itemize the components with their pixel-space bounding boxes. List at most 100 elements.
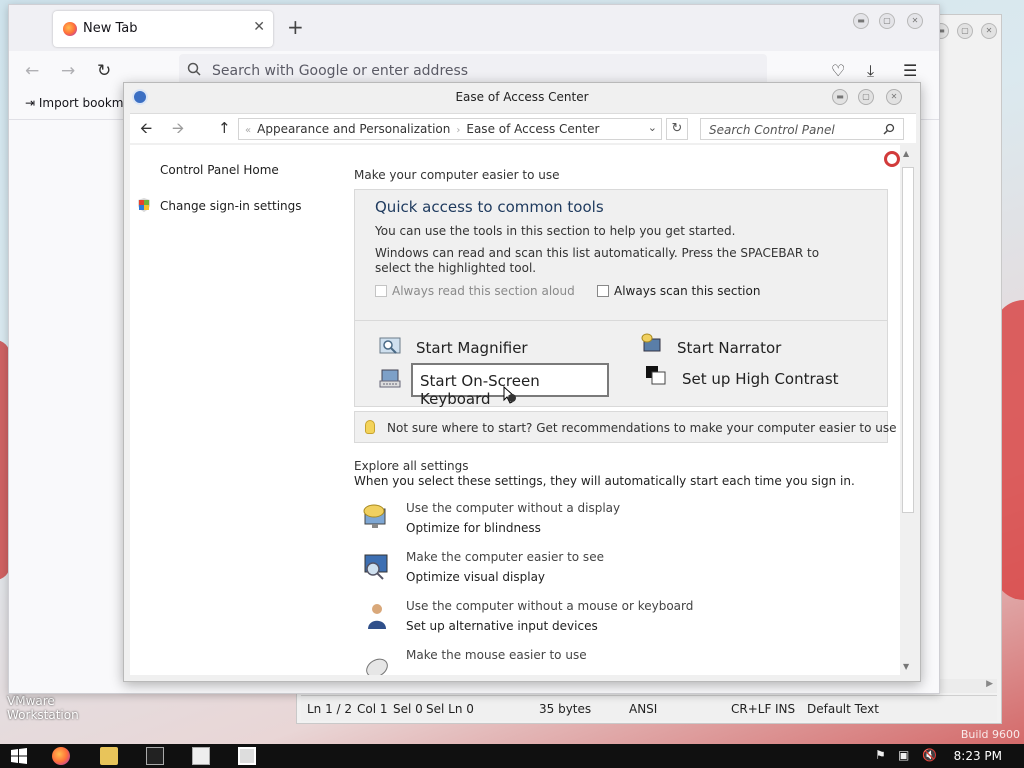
search-control-panel-input[interactable]: Search Control Panel — [700, 118, 904, 140]
pocket-icon[interactable]: ♡ — [831, 61, 845, 80]
control-panel-taskbar-icon[interactable] — [238, 747, 256, 765]
setting-title[interactable]: Make the mouse easier to use — [406, 648, 587, 662]
status-bytes: 35 bytes — [539, 701, 592, 716]
set-up-high-contrast-link[interactable]: Set up High Contrast — [682, 370, 839, 388]
setting-subtitle[interactable]: Set up alternative input devices — [406, 619, 598, 633]
scan-checkbox[interactable]: Always scan this section — [597, 284, 760, 298]
search-icon[interactable] — [883, 123, 895, 135]
maximize-icon[interactable]: ▢ — [957, 23, 973, 39]
scan-label: Always scan this section — [614, 284, 761, 298]
back-arrow-icon[interactable]: ← — [25, 61, 39, 81]
title-bar[interactable]: Ease of Access Center ▬ ▢ ✕ — [124, 83, 920, 111]
breadcrumb[interactable]: « Appearance and Personalization › Ease of … — [238, 118, 662, 140]
ease-of-access-window[interactable]: Ease of Access Center ▬ ▢ ✕ 🡨 🡪 ↑ « Appea… — [123, 82, 921, 682]
setting-title[interactable]: Make the computer easier to see — [406, 550, 604, 564]
tab-new-tab[interactable]: New Tab ✕ — [53, 11, 273, 47]
main-pane: Make your computer easier to use Quick a… — [332, 145, 900, 675]
quick-access-title: Quick access to common tools — [375, 198, 604, 216]
control-panel-home-link[interactable]: Control Panel Home — [160, 163, 279, 177]
minimize-icon[interactable]: ▬ — [853, 13, 869, 29]
read-aloud-label: Always read this section aloud — [392, 284, 575, 298]
minimize-icon[interactable]: ▬ — [832, 89, 848, 105]
read-aloud-checkbox[interactable]: Always read this section aloud — [375, 284, 575, 298]
search-icon — [187, 62, 201, 76]
busy-cursor-icon — [503, 386, 516, 404]
start-narrator-link[interactable]: Start Narrator — [677, 339, 781, 357]
quick-access-instructions: Windows can read and scan this list auto… — [375, 246, 820, 275]
breadcrumb-item[interactable]: Appearance and Personalization — [257, 122, 450, 136]
new-tab-button[interactable]: + — [287, 17, 304, 37]
close-icon[interactable]: ✕ — [907, 13, 923, 29]
scroll-down-icon[interactable]: ▼ — [903, 662, 909, 671]
high-contrast-icon — [646, 366, 666, 385]
start-windows-icon[interactable] — [10, 747, 28, 765]
chevron-down-icon[interactable]: ⌄ — [648, 121, 657, 134]
volume-muted-icon[interactable]: 🔇 — [922, 748, 937, 762]
status-col: Col 1 — [357, 701, 388, 716]
checkbox-box — [375, 285, 387, 297]
menu-icon[interactable]: ☰ — [903, 61, 917, 80]
status-encoding: ANSI — [629, 701, 658, 716]
firefox-taskbar-icon[interactable] — [52, 747, 70, 765]
recommendation-bar[interactable]: Not sure where to start? Get recommendat… — [354, 411, 896, 443]
build-label: Build 9600 — [960, 728, 1020, 741]
change-sign-in-settings-link[interactable]: Change sign-in settings — [160, 199, 302, 213]
notepad-icon[interactable] — [192, 747, 210, 765]
monitor-magnifier-icon — [364, 554, 388, 580]
setting-subtitle[interactable]: Optimize visual display — [406, 570, 545, 584]
checkbox-box — [597, 285, 609, 297]
window-title: Ease of Access Center — [455, 90, 589, 104]
maximize-icon[interactable]: ▢ — [879, 13, 895, 29]
file-explorer-icon[interactable] — [100, 747, 118, 765]
setting-title[interactable]: Use the computer without a mouse or keyb… — [406, 599, 693, 613]
status-bar: Ln 1 / 2 Col 1 Sel 0 Sel Ln 0 35 bytes A… — [301, 695, 997, 721]
back-arrow-icon[interactable]: 🡨 — [140, 120, 152, 136]
breadcrumb-overflow-icon[interactable]: « — [245, 125, 251, 136]
monitor-speech-icon — [363, 504, 386, 528]
quick-access-description: You can use the tools in this section to… — [375, 224, 736, 238]
recommendation-link[interactable]: Not sure where to start? Get recommendat… — [387, 421, 896, 435]
left-pane: Control Panel Home Change sign-in settin… — [130, 145, 332, 675]
scroll-up-icon[interactable]: ▲ — [903, 149, 909, 158]
flag-icon[interactable]: ⚑ — [875, 748, 886, 762]
quick-access-tools: Start Magnifier Start Narrator Start On-… — [355, 320, 887, 408]
vmware-watermark: VMware Workstation — [7, 694, 79, 722]
clock[interactable]: 8:23 PM — [954, 749, 1002, 763]
start-magnifier-link[interactable]: Start Magnifier — [416, 339, 528, 357]
magnifier-icon — [379, 337, 401, 354]
vertical-scrollbar[interactable]: ▲ ▼ — [900, 145, 916, 675]
setting-without-display[interactable]: Use the computer without a display Optim… — [362, 501, 882, 547]
scrollbar-thumb[interactable] — [902, 167, 914, 513]
close-icon[interactable]: ✕ — [886, 89, 902, 105]
workstation-label: Workstation — [7, 708, 79, 722]
status-ins: INS — [775, 701, 796, 716]
search-placeholder: Search Control Panel — [709, 123, 835, 137]
refresh-icon[interactable]: ↻ — [666, 118, 688, 140]
maximize-icon[interactable]: ▢ — [858, 89, 874, 105]
scroll-right-icon[interactable]: ▶ — [986, 679, 993, 689]
reload-icon[interactable]: ↻ — [97, 61, 111, 81]
close-icon[interactable]: ✕ — [981, 23, 997, 39]
tab-bar: New Tab ✕ + ▬ ▢ ✕ — [9, 5, 939, 51]
firefox-icon — [63, 22, 77, 36]
downloads-icon[interactable]: ⤓ — [867, 61, 874, 81]
network-icon[interactable]: ▣ — [898, 748, 909, 762]
setting-easier-to-see[interactable]: Make the computer easier to see Optimize… — [362, 550, 882, 596]
status-style: Default Text — [807, 701, 879, 716]
setting-title[interactable]: Use the computer without a display — [406, 501, 620, 515]
setting-mouse-easier[interactable]: Make the mouse easier to use — [362, 648, 882, 675]
setting-subtitle[interactable]: Optimize for blindness — [406, 521, 541, 535]
forward-arrow-icon[interactable]: 🡪 — [172, 120, 184, 136]
breadcrumb-separator-icon[interactable]: › — [456, 125, 460, 136]
command-prompt-icon[interactable] — [146, 747, 164, 765]
status-sel-ln: Sel Ln 0 — [426, 701, 474, 716]
breadcrumb-item[interactable]: Ease of Access Center — [466, 122, 599, 136]
explore-title: Explore all settings — [354, 459, 469, 473]
up-arrow-icon[interactable]: ↑ — [218, 120, 231, 136]
setting-without-mouse-keyboard[interactable]: Use the computer without a mouse or keyb… — [362, 599, 882, 645]
lightbulb-icon — [365, 420, 375, 434]
close-tab-icon[interactable]: ✕ — [253, 19, 265, 35]
help-icon[interactable] — [884, 151, 900, 167]
forward-arrow-icon[interactable]: → — [61, 61, 75, 81]
status-eol: CR+LF — [731, 701, 772, 716]
